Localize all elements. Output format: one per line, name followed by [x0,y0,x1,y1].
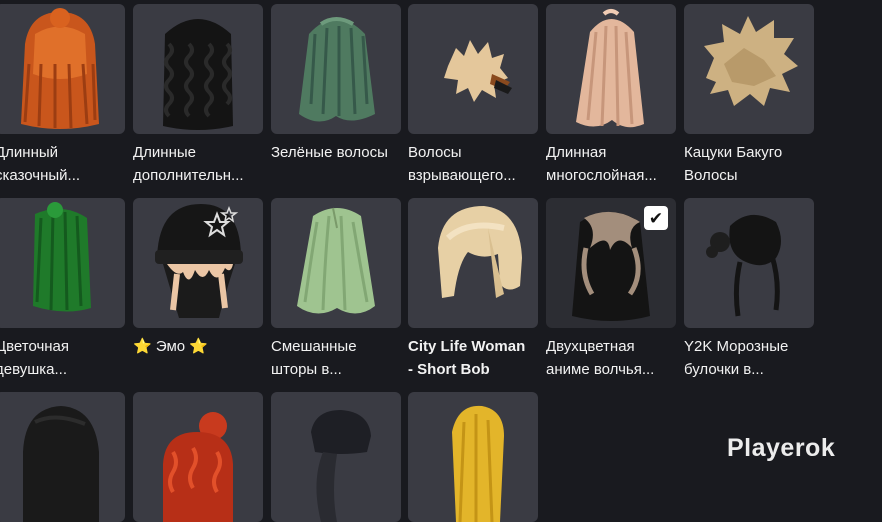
item-card[interactable]: Цветочная девушка... [0,198,125,381]
item-card[interactable]: ✔ Двухцветная аниме волчья... [546,198,676,381]
item-thumbnail[interactable] [408,392,538,522]
item-title: ⭐ Эмо ⭐ [133,338,208,355]
item-card[interactable] [271,392,401,522]
item-title: дополнительн... [133,166,244,184]
hair-dark-ponytail-image [311,410,371,522]
item-thumbnail[interactable] [684,4,814,134]
item-card[interactable]: Длинные дополнительн... [133,4,263,187]
hair-green-image [299,17,375,122]
item-card[interactable]: Длинная многослойная... [546,4,676,187]
item-card[interactable]: Зелёные волосы [271,4,401,165]
item-title: шторы в... [271,360,342,378]
item-title: булочки в... [684,360,764,378]
item-title: девушка... [0,360,68,378]
selected-check-icon[interactable]: ✔ [644,206,668,230]
hair-catalog-grid: Длинный сказочный... Длинные дополнитель… [0,0,882,522]
hair-short-bob-image [438,206,522,298]
item-thumbnail[interactable] [271,392,401,522]
playerok-watermark: Playerok [727,434,836,462]
item-title: Y2K Морозные [684,338,789,355]
hair-red-curly-image [163,412,233,522]
item-title: Двухцветная [546,338,635,355]
item-title: Волосы [408,144,462,161]
item-title: Цветочная [0,338,70,355]
hair-y2k-buns-image [706,214,781,317]
item-thumbnail[interactable] [271,198,401,328]
item-card[interactable]: Волосы взрывающего... [408,4,538,187]
hair-mint-wavy-image [297,207,375,314]
item-card[interactable] [0,392,125,522]
item-thumbnail[interactable] [0,198,125,328]
item-thumbnail[interactable] [133,4,263,134]
item-card[interactable]: Смешанные шторы в... [271,198,401,381]
hair-bakugo-spiky-image [704,16,798,106]
item-thumbnail[interactable] [133,392,263,522]
item-thumbnail[interactable] [408,198,538,328]
item-title: Длинный [0,144,59,161]
item-title: City Life Woman [408,338,526,355]
item-thumbnail[interactable] [684,198,814,328]
hair-black-long-curly-image [163,19,233,130]
item-thumbnail[interactable] [546,4,676,134]
item-thumbnail[interactable] [0,4,125,134]
item-title: Длинные [133,144,196,161]
hair-spiky-small-image [444,40,512,102]
item-title: аниме волчья... [546,360,655,378]
hair-green-flower-image [33,202,91,312]
item-card[interactable]: Y2K Морозные булочки в... [684,198,814,381]
item-title: Смешанные [271,338,357,355]
item-card[interactable] [133,392,263,522]
item-thumbnail[interactable] [408,4,538,134]
hair-black-messy-image [23,406,99,522]
item-title: - Short Bob [408,360,490,378]
item-title: сказочный... [0,166,81,184]
item-thumbnail[interactable] [0,392,125,522]
item-title: многослойная... [546,166,657,184]
item-thumbnail[interactable] [133,198,263,328]
item-title: Волосы [684,166,738,184]
item-title: Кацуки Бакуго [684,144,783,161]
item-card[interactable]: Кацуки Бакуго Волосы [684,4,814,187]
item-title: взрывающего... [408,166,516,184]
item-thumbnail[interactable]: ✔ [546,198,676,328]
item-card[interactable] [408,392,538,522]
item-title: Длинная [546,144,607,161]
hair-layered-blonde-image [576,9,644,128]
hair-orange-long-image [21,8,99,129]
item-title: Зелёные волосы [271,144,388,161]
item-card[interactable]: City Life Woman - Short Bob [408,198,538,381]
item-thumbnail[interactable] [271,4,401,134]
hair-emo-beanie-image [155,204,243,318]
item-card[interactable]: ⭐ Эмо ⭐ [133,198,263,359]
item-card[interactable]: Длинный сказочный... [0,4,125,187]
hair-gold-image [452,405,504,522]
